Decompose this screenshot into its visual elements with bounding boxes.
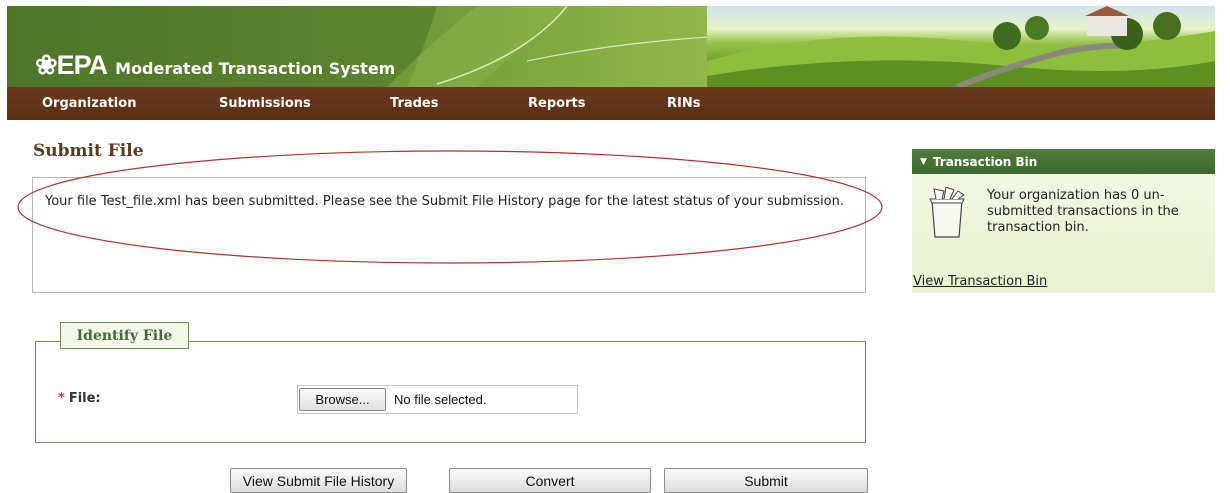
- epa-logo[interactable]: ❀EPA Moderated Transaction System: [35, 50, 395, 81]
- submission-message: Your file Test_file.xml has been submitt…: [45, 194, 845, 209]
- identify-file-legend: Identify File: [60, 322, 189, 349]
- transaction-bin-title: Transaction Bin: [932, 154, 1038, 169]
- nav-item-trades[interactable]: Trades: [390, 96, 438, 111]
- file-field-label: * File:: [58, 391, 101, 406]
- transaction-bin-panel: ▼ Transaction Bin Your organization has …: [912, 149, 1215, 293]
- submission-message-box: Your file Test_file.xml has been submitt…: [32, 177, 866, 293]
- nav-item-submissions[interactable]: Submissions: [219, 96, 311, 111]
- file-input[interactable]: Browse... No file selected.: [297, 385, 578, 414]
- convert-button[interactable]: Convert: [449, 468, 651, 493]
- view-transaction-bin-link[interactable]: View Transaction Bin: [913, 274, 1047, 289]
- nav-item-rins[interactable]: RINs: [667, 96, 700, 111]
- required-marker: *: [58, 391, 65, 406]
- file-status-text: No file selected.: [394, 392, 487, 407]
- submit-button[interactable]: Submit: [664, 468, 868, 493]
- transaction-bin-message: Your organization has 0 un-submitted tra…: [987, 188, 1179, 235]
- header-banner: ❀EPA Moderated Transaction System: [7, 6, 1215, 87]
- landscape-illustration: [707, 6, 1215, 87]
- triangle-down-icon: ▼: [920, 156, 927, 167]
- page-title: Submit File: [33, 141, 144, 161]
- file-label-text: File:: [68, 391, 101, 406]
- nav-item-organization[interactable]: Organization: [42, 96, 136, 111]
- view-submit-file-history-button[interactable]: View Submit File History: [230, 468, 407, 493]
- system-name: Moderated Transaction System: [115, 59, 396, 78]
- transaction-bin-header[interactable]: ▼ Transaction Bin: [912, 149, 1215, 174]
- nav-item-reports[interactable]: Reports: [528, 96, 585, 111]
- epa-logo-text: ❀EPA: [35, 50, 108, 80]
- browse-button[interactable]: Browse...: [299, 388, 386, 411]
- transaction-bin-icon: [929, 187, 965, 238]
- landscape-photo: [707, 6, 1215, 87]
- main-nav: Organization Submissions Trades Reports …: [7, 87, 1215, 120]
